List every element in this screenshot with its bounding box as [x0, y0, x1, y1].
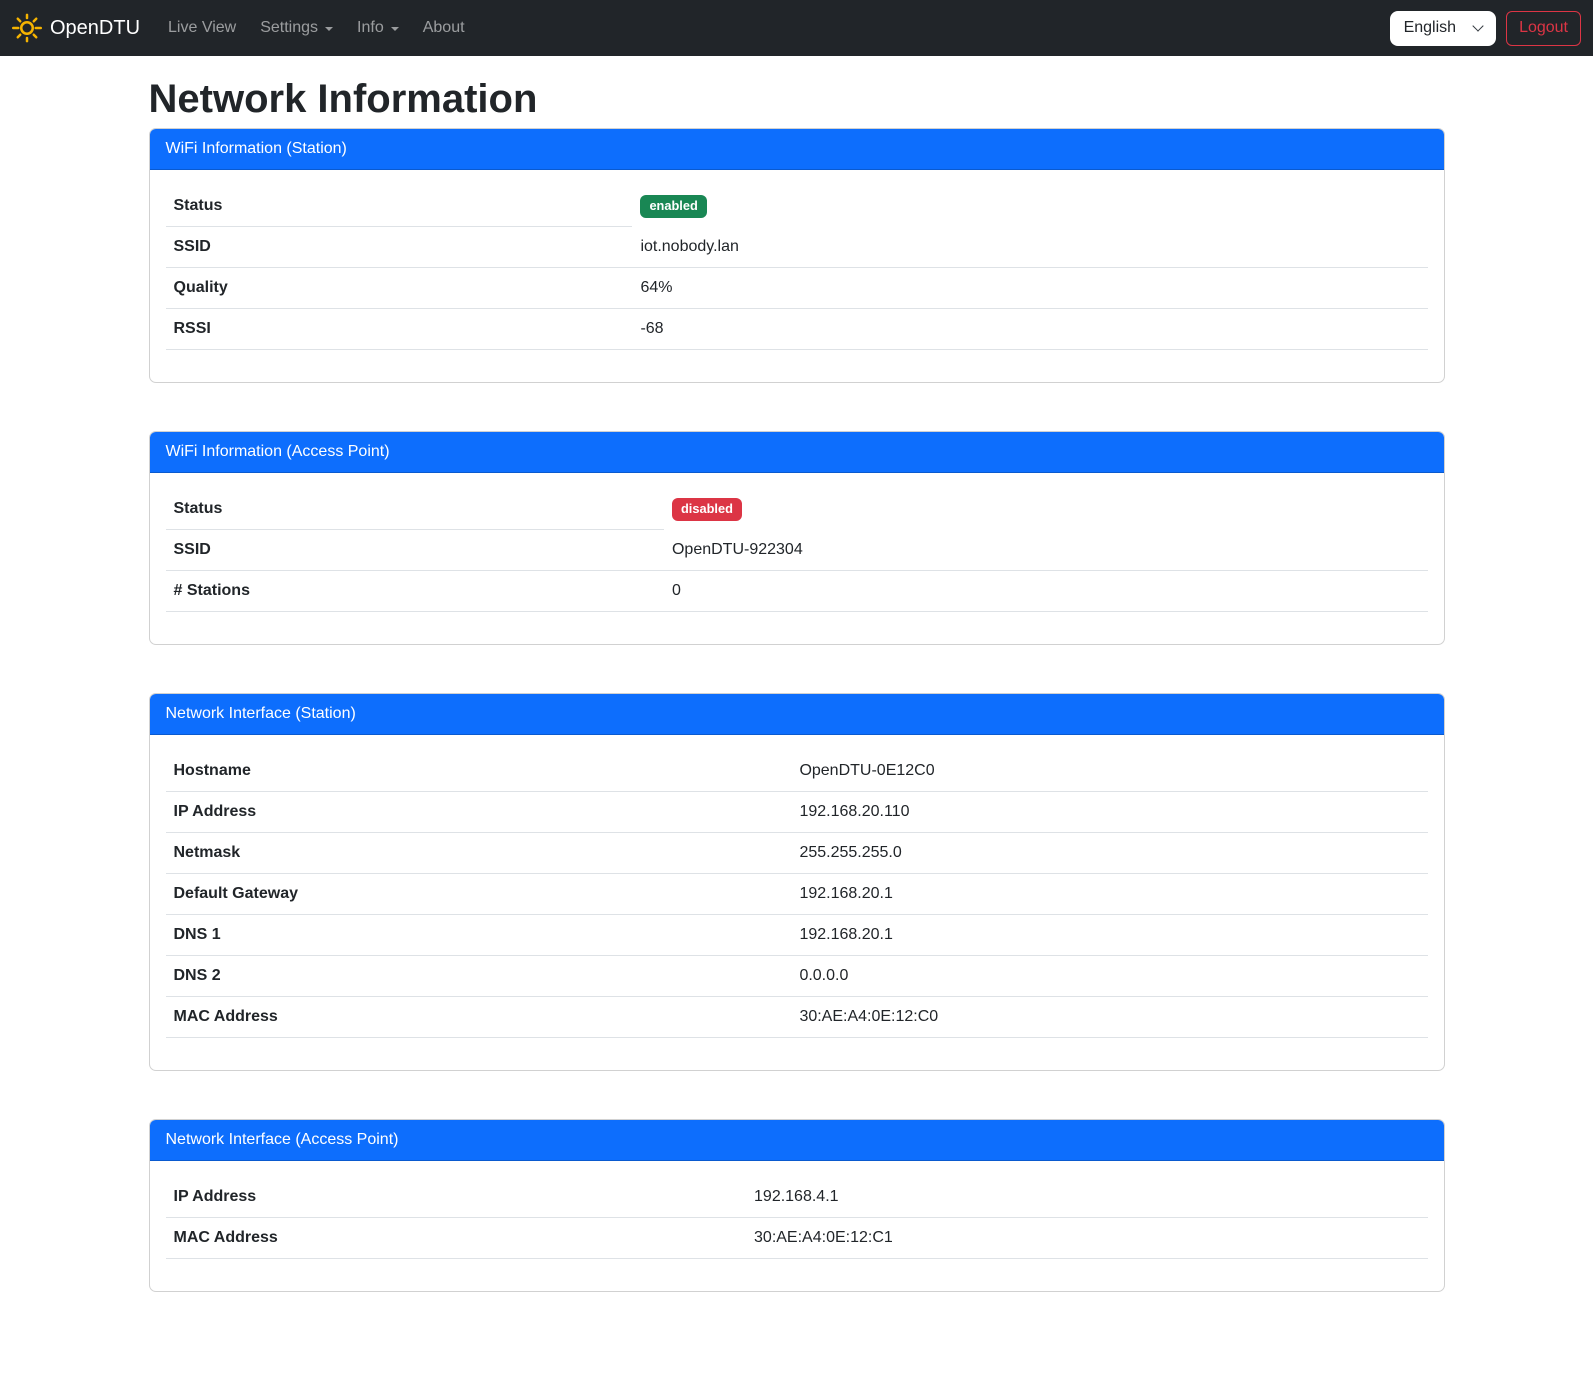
- nav-item-label: About: [423, 16, 465, 40]
- navbar: OpenDTU Live View Settings Info About En…: [0, 0, 1593, 56]
- row-label: Status: [166, 186, 633, 227]
- logout-button[interactable]: Logout: [1506, 11, 1581, 46]
- row-label: DNS 1: [166, 915, 792, 956]
- row-label: Default Gateway: [166, 874, 792, 915]
- row-value: 0.0.0.0: [791, 956, 1427, 997]
- page-title: Network Information: [149, 75, 1445, 123]
- status-badge: enabled: [640, 195, 706, 218]
- caret-down-icon: [391, 27, 399, 31]
- row-label: # Stations: [166, 571, 664, 612]
- table-row: # Stations 0: [166, 571, 1428, 612]
- row-value: 192.168.20.110: [791, 792, 1427, 833]
- nav-item-settings[interactable]: Settings: [252, 8, 341, 48]
- row-label: IP Address: [166, 792, 792, 833]
- table-row: Hostname OpenDTU-0E12C0: [166, 751, 1428, 792]
- info-card-network-interface-station: Network Interface (Station) Hostname Ope…: [149, 693, 1445, 1071]
- row-value: 0: [664, 571, 1428, 612]
- brand-label: OpenDTU: [50, 13, 140, 43]
- row-label: Netmask: [166, 833, 792, 874]
- nav-item-label: Settings: [260, 16, 318, 40]
- row-value: 30:AE:A4:0E:12:C1: [746, 1218, 1427, 1259]
- card-body: Status enabled SSID iot.nobody.lan Quali…: [150, 170, 1444, 382]
- row-value: OpenDTU-922304: [664, 530, 1428, 571]
- row-value: disabled: [664, 489, 1428, 530]
- table-row: RSSI -68: [166, 309, 1428, 350]
- main-content: Network Information WiFi Information (St…: [137, 56, 1457, 1400]
- row-value: 30:AE:A4:0E:12:C0: [791, 997, 1427, 1038]
- nav-item-label: Info: [357, 16, 384, 40]
- row-label: SSID: [166, 530, 664, 571]
- table-row: DNS 1 192.168.20.1: [166, 915, 1428, 956]
- info-card-wifi-information-access-point: WiFi Information (Access Point) Status d…: [149, 431, 1445, 645]
- table-row: SSID iot.nobody.lan: [166, 227, 1428, 268]
- row-label: SSID: [166, 227, 633, 268]
- card-header: Network Interface (Station): [150, 694, 1444, 735]
- table-row: Status disabled: [166, 489, 1428, 530]
- sun-logo-icon: [12, 13, 42, 43]
- language-select[interactable]: English: [1390, 11, 1496, 46]
- nav-menu: Live View Settings Info About: [156, 8, 477, 48]
- brand-link[interactable]: OpenDTU: [12, 13, 140, 43]
- info-table: IP Address 192.168.4.1 MAC Address 30:AE…: [166, 1177, 1428, 1259]
- table-row: Default Gateway 192.168.20.1: [166, 874, 1428, 915]
- status-badge: disabled: [672, 498, 742, 521]
- card-body: Hostname OpenDTU-0E12C0 IP Address 192.1…: [150, 735, 1444, 1070]
- table-row: Status enabled: [166, 186, 1428, 227]
- row-value: enabled: [632, 186, 1427, 227]
- info-card-network-interface-access-point: Network Interface (Access Point) IP Addr…: [149, 1119, 1445, 1292]
- nav-item-info[interactable]: Info: [349, 8, 407, 48]
- table-row: MAC Address 30:AE:A4:0E:12:C0: [166, 997, 1428, 1038]
- chevron-down-icon: [1472, 20, 1483, 31]
- nav-item-about[interactable]: About: [415, 8, 473, 48]
- row-label: MAC Address: [166, 997, 792, 1038]
- row-value: 192.168.4.1: [746, 1177, 1427, 1218]
- table-row: Netmask 255.255.255.0: [166, 833, 1428, 874]
- row-value: 192.168.20.1: [791, 874, 1427, 915]
- language-selected-label: English: [1404, 16, 1456, 40]
- nav-item-live-view[interactable]: Live View: [160, 8, 244, 48]
- row-value: 255.255.255.0: [791, 833, 1427, 874]
- card-body: Status disabled SSID OpenDTU-922304 # St…: [150, 473, 1444, 644]
- info-card-wifi-information-station: WiFi Information (Station) Status enable…: [149, 128, 1445, 383]
- info-table: Hostname OpenDTU-0E12C0 IP Address 192.1…: [166, 751, 1428, 1038]
- row-label: DNS 2: [166, 956, 792, 997]
- row-label: Quality: [166, 268, 633, 309]
- cards: WiFi Information (Station) Status enable…: [149, 128, 1445, 1292]
- row-label: Status: [166, 489, 664, 530]
- table-row: SSID OpenDTU-922304: [166, 530, 1428, 571]
- card-header: WiFi Information (Access Point): [150, 432, 1444, 473]
- card-header: WiFi Information (Station): [150, 129, 1444, 170]
- row-value: OpenDTU-0E12C0: [791, 751, 1427, 792]
- table-row: IP Address 192.168.20.110: [166, 792, 1428, 833]
- table-row: Quality 64%: [166, 268, 1428, 309]
- info-table: Status disabled SSID OpenDTU-922304 # St…: [166, 489, 1428, 612]
- row-label: IP Address: [166, 1177, 747, 1218]
- nav-item-label: Live View: [168, 16, 236, 40]
- table-row: IP Address 192.168.4.1: [166, 1177, 1428, 1218]
- info-table: Status enabled SSID iot.nobody.lan Quali…: [166, 186, 1428, 350]
- row-label: Hostname: [166, 751, 792, 792]
- row-label: MAC Address: [166, 1218, 747, 1259]
- row-label: RSSI: [166, 309, 633, 350]
- row-value: -68: [632, 309, 1427, 350]
- row-value: 192.168.20.1: [791, 915, 1427, 956]
- table-row: DNS 2 0.0.0.0: [166, 956, 1428, 997]
- row-value: 64%: [632, 268, 1427, 309]
- table-row: MAC Address 30:AE:A4:0E:12:C1: [166, 1218, 1428, 1259]
- row-value: iot.nobody.lan: [632, 227, 1427, 268]
- caret-down-icon: [325, 27, 333, 31]
- card-body: IP Address 192.168.4.1 MAC Address 30:AE…: [150, 1161, 1444, 1291]
- card-header: Network Interface (Access Point): [150, 1120, 1444, 1161]
